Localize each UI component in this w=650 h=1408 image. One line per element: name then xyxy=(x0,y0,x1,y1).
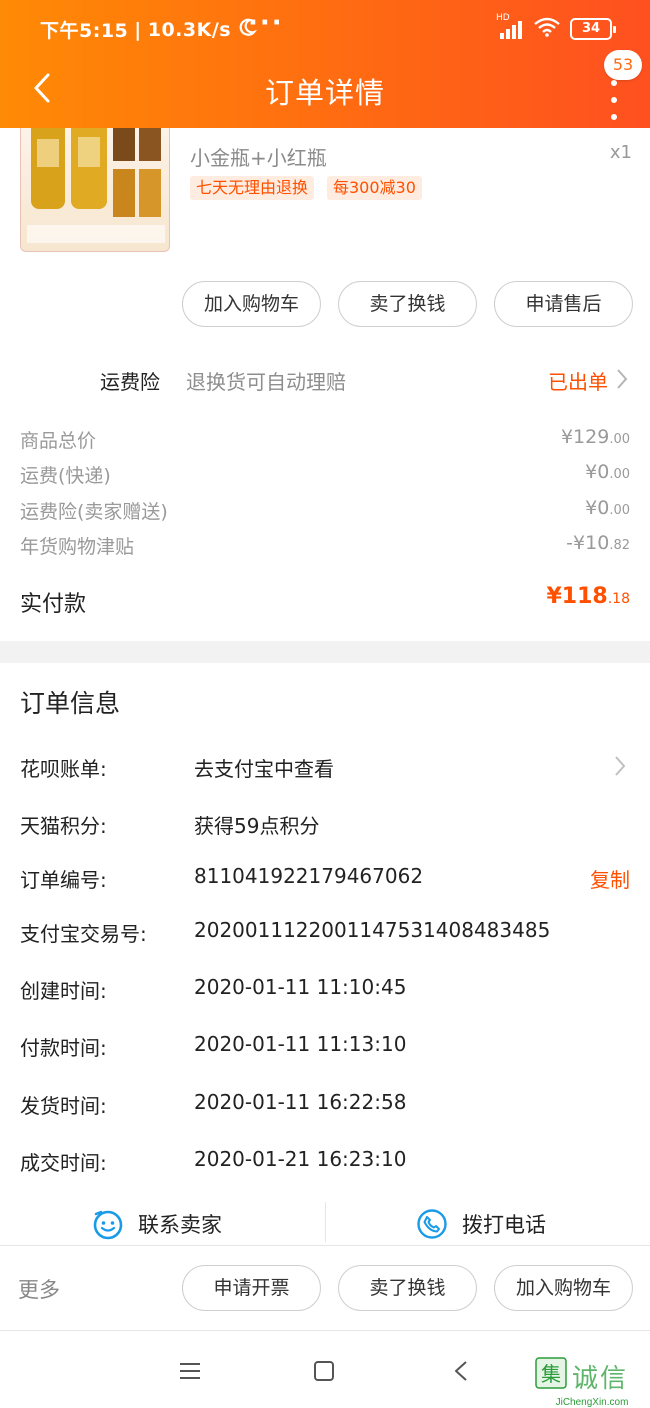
hd-label: HD xyxy=(496,13,510,23)
price-label: 运费险(卖家赠送) xyxy=(20,501,168,523)
add-to-cart-button-bottom[interactable]: 加入购物车 xyxy=(494,1265,633,1311)
status-time: 下午5:15 xyxy=(40,20,129,42)
contact-bar: 联系卖家 拨打电话 xyxy=(0,1202,650,1246)
info-label: 订单编号: xyxy=(20,868,107,892)
info-row-order-number: 订单编号: 811041922179467062 复制 xyxy=(0,856,650,896)
info-row-completed: 成交时间: 2020-01-21 16:23:10 xyxy=(0,1139,650,1179)
status-dots: ··· xyxy=(248,8,284,38)
total-paid-label: 实付款 xyxy=(20,592,87,617)
menu-nav-button[interactable] xyxy=(170,1354,210,1388)
price-value: -¥10.82 xyxy=(566,532,630,554)
price-value: ¥129.00 xyxy=(560,426,630,448)
triangle-back-icon xyxy=(455,1361,467,1381)
contact-seller-button[interactable]: 联系卖家 xyxy=(92,1202,222,1246)
call-phone-button[interactable]: 拨打电话 xyxy=(416,1202,546,1246)
info-label: 花呗账单: xyxy=(20,757,107,781)
discount-tag: 每300减30 xyxy=(327,176,422,200)
info-label: 天猫积分: xyxy=(20,814,107,838)
chat-smile-icon xyxy=(93,1210,123,1240)
order-info-title: 订单信息 xyxy=(20,689,121,718)
price-label: 年货购物津贴 xyxy=(20,536,135,558)
nav-bar: 订单详情 53 xyxy=(0,50,650,128)
watermark-url: JiChengXin.com xyxy=(555,1397,629,1408)
square-icon xyxy=(314,1361,334,1381)
section-divider xyxy=(0,641,650,663)
contact-seller-label: 联系卖家 xyxy=(138,1213,222,1237)
info-value: 2020-01-11 16:22:58 xyxy=(194,1090,407,1114)
product-sku: 小金瓶+小红瓶 xyxy=(190,146,327,170)
info-label: 支付宝交易号: xyxy=(20,922,147,946)
price-value: ¥0.00 xyxy=(585,497,630,519)
price-row-allowance: 年货购物津贴 -¥10.82 xyxy=(0,528,650,562)
dot-icon xyxy=(611,114,617,120)
info-value: 2020-01-11 11:10:45 xyxy=(194,975,407,999)
message-count-badge[interactable]: 53 xyxy=(604,50,642,80)
add-to-cart-button[interactable]: 加入购物车 xyxy=(182,281,321,327)
battery-indicator: 34 xyxy=(570,18,616,40)
chevron-right-icon xyxy=(617,369,628,389)
price-label: 运费(快递) xyxy=(20,465,111,487)
insurance-label: 运费险 xyxy=(100,370,160,394)
page-title: 订单详情 xyxy=(264,76,385,110)
info-row-alipay-tx: 支付宝交易号: 2020011122001147531408483485 xyxy=(0,910,650,950)
dot-icon xyxy=(611,97,617,103)
info-value: 获得59点积分 xyxy=(194,814,320,838)
info-row-paid: 付款时间: 2020-01-11 11:13:10 xyxy=(0,1024,650,1064)
request-invoice-button[interactable]: 申请开票 xyxy=(182,1265,321,1311)
watermark-chars: 诚信 xyxy=(572,1364,629,1394)
dot-icon xyxy=(611,80,617,86)
info-row-created: 创建时间: 2020-01-11 11:10:45 xyxy=(0,967,650,1007)
info-value: 2020-01-11 11:13:10 xyxy=(194,1032,407,1056)
info-row-shipped: 发货时间: 2020-01-11 16:22:58 xyxy=(0,1082,650,1122)
info-row-points: 天猫积分: 获得59点积分 xyxy=(0,802,650,842)
phone-icon xyxy=(417,1209,447,1239)
price-row-subtotal: 商品总价 ¥129.00 xyxy=(0,422,650,456)
return-policy-tag: 七天无理由退换 xyxy=(190,176,315,200)
status-left: 下午5:15 | 10.3K/s xyxy=(40,16,258,43)
price-value: ¥0.00 xyxy=(585,461,630,483)
wifi-icon xyxy=(534,17,560,41)
call-phone-label: 拨打电话 xyxy=(462,1213,546,1237)
info-row-huabei[interactable]: 花呗账单: 去支付宝中查看 xyxy=(0,745,650,785)
price-row-shipping: 运费(快递) ¥0.00 xyxy=(0,457,650,491)
menu-icon xyxy=(180,1363,200,1379)
status-separator: | xyxy=(134,18,142,41)
total-paid-value: ¥118.18 xyxy=(546,584,630,609)
price-label: 商品总价 xyxy=(20,430,97,452)
info-value: 811041922179467062 xyxy=(194,864,424,888)
copy-button[interactable]: 复制 xyxy=(590,864,630,893)
shipping-insurance-row[interactable]: 运费险 退换货可自动理赔 已出单 xyxy=(0,350,650,406)
insurance-description: 退换货可自动理赔 xyxy=(186,370,346,394)
more-link[interactable]: 更多 xyxy=(18,1274,60,1304)
resell-button[interactable]: 卖了换钱 xyxy=(338,281,477,327)
contact-divider xyxy=(325,1202,326,1242)
insurance-status[interactable]: 已出单 xyxy=(548,366,608,395)
home-nav-button[interactable] xyxy=(304,1354,344,1388)
info-label: 成交时间: xyxy=(20,1151,107,1175)
after-sales-button[interactable]: 申请售后 xyxy=(494,281,633,327)
info-label: 发货时间: xyxy=(20,1094,107,1118)
info-label: 付款时间: xyxy=(20,1036,107,1060)
bottom-action-bar: 更多 申请开票 卖了换钱 加入购物车 xyxy=(0,1245,650,1331)
info-value: 2020011122001147531408483485 xyxy=(194,918,551,942)
price-row-insurance: 运费险(卖家赠送) ¥0.00 xyxy=(0,493,650,527)
status-bar: 下午5:15 | 10.3K/s ··· HD 34 xyxy=(0,0,650,58)
info-label: 创建时间: xyxy=(20,979,107,1003)
info-value: 2020-01-21 16:23:10 xyxy=(194,1147,407,1171)
product-card: 小金瓶+小红瓶 x1 七天无理由退换 每300减30 xyxy=(0,88,650,278)
info-value: 去支付宝中查看 xyxy=(194,757,334,781)
svg-text:集: 集 xyxy=(541,1362,561,1386)
signal-icon: HD xyxy=(496,13,524,39)
resell-button-bottom[interactable]: 卖了换钱 xyxy=(338,1265,477,1311)
status-right: HD 34 xyxy=(496,13,616,41)
watermark-logo: 集 诚信 JiChengXin.com xyxy=(534,1356,650,1408)
more-menu-button[interactable] xyxy=(602,80,626,120)
product-quantity: x1 xyxy=(609,142,632,163)
back-nav-button[interactable] xyxy=(441,1354,481,1388)
product-action-row: 加入购物车 卖了换钱 申请售后 xyxy=(0,281,650,329)
chevron-right-icon xyxy=(615,756,626,776)
app-header: 下午5:15 | 10.3K/s ··· HD 34 订单详情 53 xyxy=(0,0,650,128)
status-speed: 10.3K/s xyxy=(147,18,232,41)
